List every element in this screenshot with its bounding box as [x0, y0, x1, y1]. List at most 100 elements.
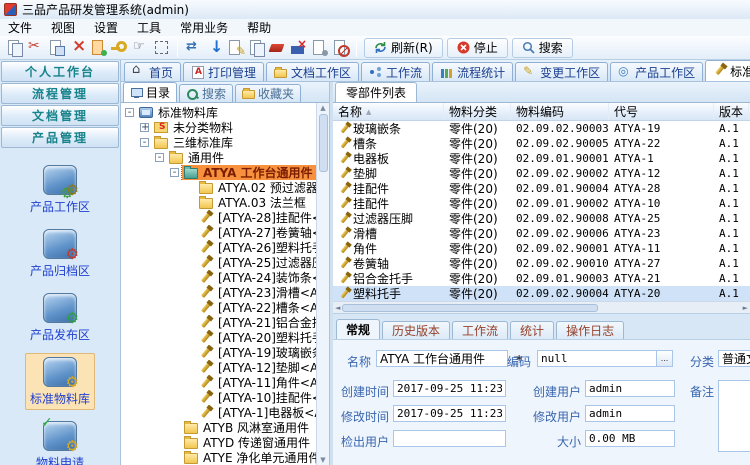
- column-header[interactable]: 物料分类: [444, 103, 511, 120]
- stop-button[interactable]: 停止: [447, 38, 508, 58]
- detail-tab-operation-log[interactable]: 操作日志: [556, 321, 624, 339]
- tab-flow-statistics[interactable]: 流程统计: [432, 62, 513, 81]
- edit-doc-icon[interactable]: [226, 38, 245, 57]
- tree-node[interactable]: -ATYA 工作台通用件: [121, 165, 316, 180]
- size-input[interactable]: [585, 430, 675, 447]
- sidebar-item-product-workspace[interactable]: 产品工作区: [25, 161, 95, 218]
- tree-node[interactable]: [ATYA-28]挂配件<: [121, 210, 316, 225]
- erase-icon[interactable]: [268, 38, 287, 57]
- key-icon[interactable]: [110, 38, 129, 57]
- sidebar-item-standard-material[interactable]: 标准物料库: [25, 353, 95, 410]
- tab-parts-list[interactable]: 零部件列表: [335, 82, 417, 102]
- scrollbar-thumb[interactable]: [342, 304, 598, 312]
- checkout-icon[interactable]: [131, 38, 150, 57]
- tree-tab-catalog[interactable]: 目录: [123, 82, 177, 102]
- refresh-button[interactable]: 刷新(R): [364, 38, 443, 58]
- scroll-down-icon[interactable]: ▼: [320, 456, 325, 464]
- tree-node[interactable]: [ATYA-27]卷簧轴<: [121, 225, 316, 240]
- menu-item-view[interactable]: 视图: [51, 19, 75, 36]
- column-header[interactable]: 名称▲: [333, 103, 444, 120]
- expand-icon[interactable]: +: [140, 123, 149, 132]
- doc-cancel-icon[interactable]: [331, 38, 350, 57]
- table-row[interactable]: 铝合金托手零件(20)02.09.01.90003ATYA-21A.1: [333, 271, 750, 286]
- tab-home[interactable]: 首页: [124, 62, 181, 81]
- tab-print-management[interactable]: 打印管理: [183, 62, 264, 81]
- column-header[interactable]: 代号: [609, 103, 714, 120]
- column-header[interactable]: 版本: [714, 103, 749, 120]
- tree-tab-search[interactable]: 搜索: [179, 84, 233, 102]
- table-row[interactable]: 挂配件零件(20)02.09.01.90004ATYA-28A.1: [333, 181, 750, 196]
- discard-icon[interactable]: [289, 38, 308, 57]
- detail-tab-statistics[interactable]: 统计: [510, 321, 554, 339]
- detail-tab-history-versions[interactable]: 历史版本: [382, 321, 450, 339]
- tree-node[interactable]: ATYB 风淋室通用件: [121, 420, 316, 435]
- menu-item-settings[interactable]: 设置: [94, 19, 118, 36]
- tree-node[interactable]: [ATYA-26]塑料托手: [121, 240, 316, 255]
- sidebar-section-product-management[interactable]: 产品管理: [1, 127, 119, 148]
- sidebar-item-product-archive[interactable]: 产品归档区: [25, 225, 95, 282]
- tab-document-workspace[interactable]: 文档工作区: [266, 62, 359, 81]
- tree-node[interactable]: [ATYA-23]滑槽<A.: [121, 285, 316, 300]
- code-input[interactable]: [537, 350, 657, 367]
- scroll-right-icon[interactable]: ►: [743, 304, 748, 312]
- remark-textarea[interactable]: [718, 380, 750, 452]
- collapse-icon[interactable]: -: [125, 108, 134, 117]
- created-time-input[interactable]: [393, 380, 506, 397]
- modified-user-input[interactable]: [585, 405, 675, 422]
- rename-icon[interactable]: [89, 38, 108, 57]
- scroll-left-icon[interactable]: ◄: [335, 304, 340, 312]
- table-row[interactable]: 角件零件(20)02.09.02.90001ATYA-11A.1: [333, 241, 750, 256]
- tree-node[interactable]: [ATYA-21]铝合金托: [121, 315, 316, 330]
- tree-node[interactable]: ATYA.03 法兰框: [121, 195, 316, 210]
- sidebar-section-personal-workspace[interactable]: 个人工作台: [1, 61, 119, 82]
- tree-node[interactable]: [ATYA-19]玻璃嵌条: [121, 345, 316, 360]
- tab-change-workspace[interactable]: 变更工作区: [515, 62, 608, 81]
- copy-icon[interactable]: [5, 38, 24, 57]
- menu-item-tools[interactable]: 工具: [137, 19, 161, 36]
- table-row[interactable]: 滑槽零件(20)02.09.02.90006ATYA-23A.1: [333, 226, 750, 241]
- table-row[interactable]: 槽条零件(20)02.09.02.90005ATYA-22A.1: [333, 136, 750, 151]
- tree-vertical-scrollbar[interactable]: ▲ ▼: [316, 103, 329, 465]
- sidebar-section-document-management[interactable]: 文档管理: [1, 105, 119, 126]
- menu-item-help[interactable]: 帮助: [247, 19, 271, 36]
- delete-icon[interactable]: [68, 38, 87, 57]
- scrollbar-thumb[interactable]: [319, 114, 328, 172]
- collapse-icon[interactable]: -: [140, 138, 149, 147]
- paste-icon[interactable]: [47, 38, 66, 57]
- sync-icon[interactable]: [184, 38, 203, 57]
- detail-tab-workflow[interactable]: 工作流: [452, 321, 508, 339]
- doc-props-icon[interactable]: [310, 38, 329, 57]
- tab-product-workspace[interactable]: 产品工作区: [610, 62, 703, 81]
- table-horizontal-scrollbar[interactable]: ◄ ►: [333, 301, 750, 313]
- copy-doc-icon[interactable]: [247, 38, 266, 57]
- sidebar-item-product-release[interactable]: 产品发布区: [25, 289, 95, 346]
- tree-node[interactable]: [ATYA-22]槽条<A.: [121, 300, 316, 315]
- table-row[interactable]: 塑料托手零件(20)02.09.02.90004ATYA-20A.1: [333, 286, 750, 301]
- column-header[interactable]: 物料编码: [511, 103, 609, 120]
- tree-node[interactable]: [ATYA-11]角件<A.: [121, 375, 316, 390]
- tree-node[interactable]: [ATYA-24]装饰条<: [121, 270, 316, 285]
- tree-node[interactable]: [ATYA-10]挂配件<: [121, 390, 316, 405]
- tree-node[interactable]: ATYA.02 预过滤器: [121, 180, 316, 195]
- tree-node[interactable]: [ATYA-20]塑料托手: [121, 330, 316, 345]
- tree-node[interactable]: [ATYA-1]电器板<A: [121, 405, 316, 420]
- tree-tab-favorites[interactable]: 收藏夹: [235, 84, 301, 102]
- tree-node[interactable]: -通用件: [121, 150, 316, 165]
- table-row[interactable]: 卷簧轴零件(20)02.09.02.90010ATYA-27A.1: [333, 256, 750, 271]
- tree-node[interactable]: [ATYA-25]过滤器压: [121, 255, 316, 270]
- created-user-input[interactable]: [585, 380, 675, 397]
- collapse-icon[interactable]: -: [155, 153, 164, 162]
- search-button[interactable]: 搜索: [512, 38, 573, 58]
- scroll-up-icon[interactable]: ▲: [320, 104, 325, 112]
- checkout-user-input[interactable]: [393, 430, 506, 447]
- table-row[interactable]: 过滤器压脚零件(20)02.09.02.90008ATYA-25A.1: [333, 211, 750, 226]
- tree-node[interactable]: ATYD 传递窗通用件: [121, 435, 316, 450]
- tab-standard-material[interactable]: 标准物料库: [705, 60, 750, 81]
- detail-tab-general[interactable]: 常规: [336, 319, 380, 339]
- select-icon[interactable]: [152, 38, 171, 57]
- cut-icon[interactable]: [26, 38, 45, 57]
- modified-time-input[interactable]: [393, 405, 506, 422]
- tree-node[interactable]: [ATYA-12]垫脚<A.: [121, 360, 316, 375]
- checkin-icon[interactable]: [205, 38, 224, 57]
- tab-workflow[interactable]: 工作流: [361, 62, 430, 81]
